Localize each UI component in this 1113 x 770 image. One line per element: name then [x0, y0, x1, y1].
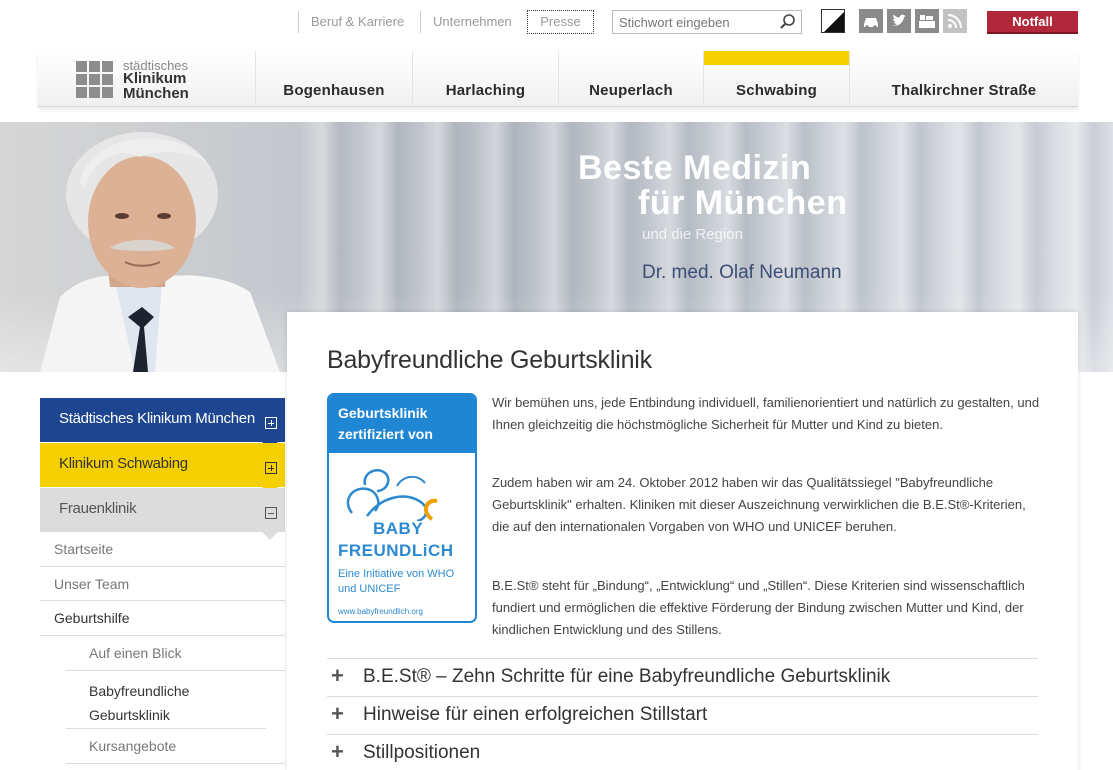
search-box	[612, 10, 802, 34]
hero-slogan-line-2: für München	[638, 184, 848, 222]
search-input[interactable]	[613, 11, 778, 33]
badge-url: www.babyfreundlich.org	[338, 607, 423, 616]
badge-header: Geburtsklinik zertifiziert von	[329, 395, 475, 453]
sidebar-item-label: Städtisches Klinikum München	[59, 410, 255, 427]
search-icon[interactable]	[779, 13, 797, 31]
sidebar-item-staedtisches-klinikum[interactable]: Städtisches Klinikum München	[40, 398, 285, 450]
sidebar-item-geburtshilfe[interactable]: Geburtshilfe	[40, 601, 285, 636]
rss-icon[interactable]	[943, 9, 967, 33]
sidebar-item-klinikum-schwabing[interactable]: Klinikum Schwabing	[40, 443, 285, 495]
sidebar-item-label: Frauenklinik	[59, 500, 137, 517]
car-icon[interactable]	[859, 9, 883, 33]
mother-child-icon	[346, 468, 438, 521]
page-title: Babyfreundliche Geburtsklinik	[327, 346, 652, 374]
nav-item-thalkirchner-strasse[interactable]: Thalkirchner Straße	[850, 51, 1078, 107]
doctor-portrait	[40, 132, 280, 372]
intro-paragraph: Wir bemühen uns, jede Entbindung individ…	[492, 395, 1040, 432]
sidebar-item-auf-einen-blick[interactable]: Auf einen Blick	[66, 636, 285, 671]
content-card: Babyfreundliche Geburtsklinik Geburtskli…	[287, 312, 1078, 770]
accordion-label: Stillpositionen	[363, 742, 481, 763]
klinikum-logo[interactable]: städtisches Klinikum München	[76, 58, 276, 103]
badge-header-line-2: zertifiziert von	[338, 426, 433, 442]
logo-grid-icon	[76, 61, 114, 99]
sidebar-item-unser-team[interactable]: Unser Team	[40, 567, 285, 601]
emergency-button[interactable]: Notfall	[987, 11, 1078, 34]
accordion-label: Hinweise für einen erfolgreichen Stillst…	[363, 704, 708, 725]
accordion-item-best-zehn-schritte[interactable]: + B.E.St® – Zehn Schritte für eine Babyf…	[327, 658, 1038, 696]
badge-word-freundlich: FREUNDLiCH	[338, 541, 454, 560]
nav-item-harlaching[interactable]: Harlaching	[413, 51, 558, 107]
badge-subtitle-line-2: und UNICEF	[338, 583, 401, 595]
collapse-icon[interactable]	[265, 507, 277, 519]
sidebar-item-startseite[interactable]: Startseite	[40, 533, 285, 567]
nav-item-bogenhausen[interactable]: Bogenhausen	[256, 51, 412, 107]
sidebar-indent	[40, 636, 66, 770]
accordion-item-stillpositionen[interactable]: + Stillpositionen	[327, 734, 1038, 770]
hero-slogan-line-3: und die Region	[642, 226, 743, 243]
accordion-label: B.E.St® – Zehn Schritte für eine Babyfre…	[363, 666, 891, 687]
sidebar-item-kursangebote[interactable]: Kursangebote	[66, 729, 285, 764]
plus-icon[interactable]: +	[331, 739, 344, 765]
logo-line-3: München	[123, 85, 189, 102]
video-icon[interactable]	[915, 9, 939, 33]
top-utility-bar: Beruf & Karriere Unternehmen Presse Notf…	[0, 0, 1113, 44]
certification-paragraph: Zudem haben wir am 24. Oktober 2012 habe…	[492, 475, 1026, 534]
badge-header-line-1: Geburtsklinik	[338, 405, 428, 421]
nav-item-schwabing[interactable]: Schwabing	[704, 51, 849, 107]
sidebar-item-label: Klinikum Schwabing	[59, 455, 188, 472]
badge-subtitle-line-1: Eine Initiative von WHO	[338, 568, 455, 580]
company-link[interactable]: Unternehmen	[433, 14, 512, 29]
sidebar-item-babyfreundliche-geburtsklinik[interactable]: Babyfreundliche Geburtsklinik	[66, 671, 266, 729]
contrast-icon[interactable]	[821, 9, 845, 33]
press-link[interactable]: Presse	[527, 10, 594, 34]
plus-icon[interactable]: +	[331, 701, 344, 727]
best-criteria-paragraph: B.E.St® steht für „Bindung“, „Entwicklun…	[492, 578, 1025, 637]
sidebar-item-frauenklinik[interactable]: Frauenklinik	[40, 488, 285, 540]
career-link[interactable]: Beruf & Karriere	[311, 14, 404, 29]
twitter-icon[interactable]	[887, 9, 911, 33]
accordion-item-stillstart[interactable]: + Hinweise für einen erfolgreichen Still…	[327, 696, 1038, 734]
nav-item-neuperlach[interactable]: Neuperlach	[559, 51, 703, 107]
babyfreundlich-certificate-badge: Geburtsklinik zertifiziert von BABY FREU…	[327, 393, 477, 623]
doctor-name: Dr. med. Olaf Neumann	[642, 262, 842, 283]
expand-icon[interactable]	[265, 417, 277, 429]
badge-word-baby: BABY	[373, 519, 424, 538]
expand-icon[interactable]	[265, 462, 277, 474]
separator	[298, 11, 299, 33]
separator	[420, 11, 421, 33]
main-navigation: städtisches Klinikum München Bogenhausen…	[38, 51, 1078, 107]
hero-slogan-line-1: Beste Medizin	[578, 149, 812, 187]
badge-subtitle: Eine Initiative von WHO und UNICEF	[338, 567, 473, 597]
plus-icon[interactable]: +	[331, 663, 344, 689]
